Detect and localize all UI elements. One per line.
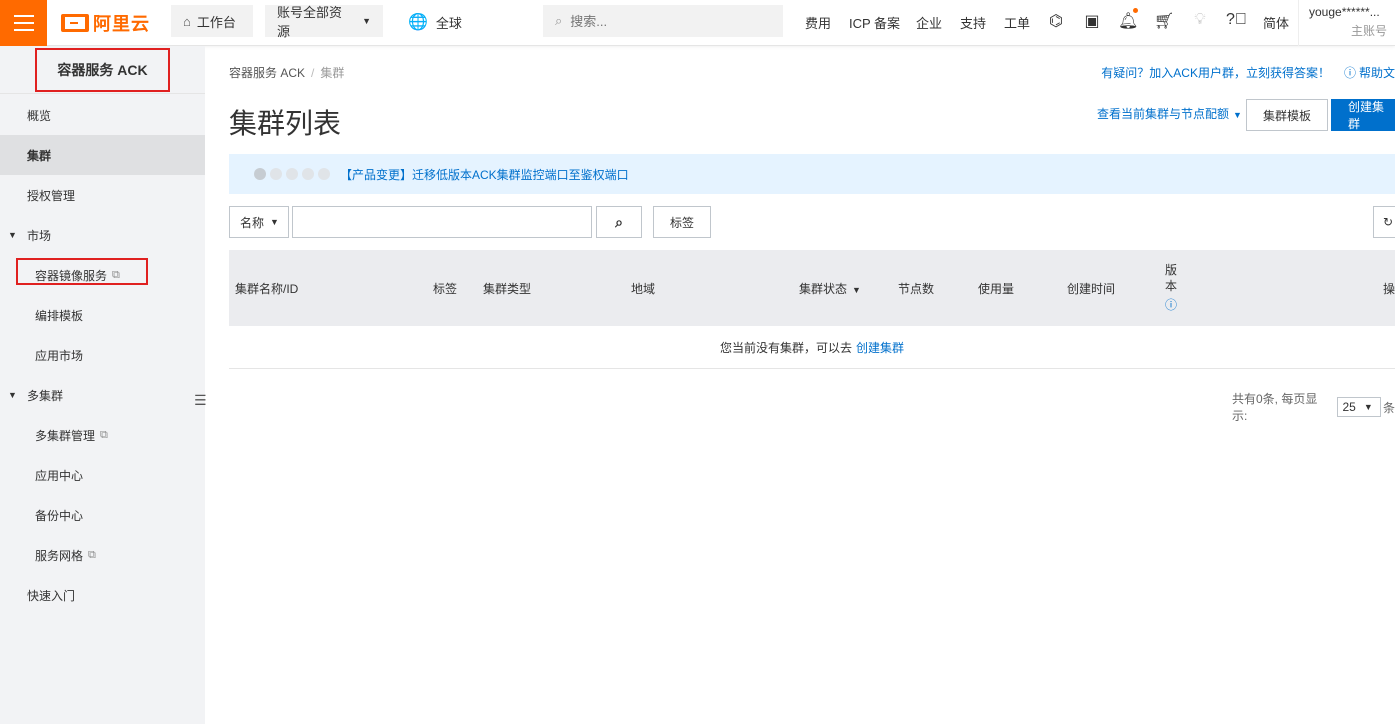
sidebar-group-multi-cluster[interactable]: ▼ 多集群: [0, 375, 205, 415]
tag-filter-button[interactable]: 标签: [653, 206, 711, 238]
nav-fees[interactable]: 费用: [805, 13, 831, 32]
pager-suffix: 条: [1382, 400, 1395, 415]
sidebar-item-templates[interactable]: 编排模板: [0, 295, 205, 335]
join-user-group-link[interactable]: 有疑问？加入ACK用户群，立刻获得答案！: [1101, 66, 1330, 80]
resource-dropdown[interactable]: 账号全部资源 ▼: [265, 5, 383, 39]
user-role: 主账号: [1350, 24, 1387, 38]
quota-dropdown-link[interactable]: 查看当前集群与节点配额 ▼: [1097, 105, 1242, 122]
search-box[interactable]: ⌕: [543, 5, 783, 37]
help-icon[interactable]: ?⃝: [1226, 11, 1247, 29]
filter-field-select[interactable]: 名称 ▼: [229, 206, 289, 238]
column-created-time: 创建时间: [1067, 282, 1116, 296]
sidebar-item-clusters[interactable]: 集群: [0, 135, 205, 175]
sidebar-item-backup-center[interactable]: 备份中心: [0, 495, 205, 535]
caret-down-icon: ▼: [852, 285, 861, 295]
column-cluster-type: 集群类型: [483, 282, 532, 296]
bell-icon[interactable]: 🔔︎: [1118, 11, 1138, 31]
collapse-sidebar-icon[interactable]: ☰: [194, 392, 207, 409]
caret-down-icon: ▼: [8, 390, 17, 400]
page-size-select[interactable]: 25 ▼: [1337, 397, 1381, 417]
pager-total-text: 共有0条, 每页显示:: [1232, 392, 1318, 423]
chevron-down-icon: ▼: [362, 16, 371, 26]
pagination: 共有0条, 每页显示: 25 ▼ 条: [1232, 390, 1395, 424]
aliyun-logo-icon: [61, 14, 89, 32]
filter-search-button[interactable]: ⌕: [596, 206, 642, 238]
hamburger-menu-button[interactable]: [0, 0, 47, 46]
column-node-count: 节点数: [898, 282, 935, 296]
caret-down-icon: ▼: [8, 230, 17, 240]
code-icon[interactable]: ⌬: [1046, 11, 1066, 31]
filter-input[interactable]: [292, 206, 592, 238]
sidebar-item-multi-cluster-management[interactable]: 多集群管理 ⧉: [0, 415, 205, 455]
sidebar-item-overview[interactable]: 概览: [0, 95, 205, 135]
nav-ticket[interactable]: 工单: [1004, 13, 1030, 32]
user-name: youge******...: [1309, 5, 1380, 19]
caret-down-icon: ▼: [1233, 110, 1242, 120]
column-cluster-name: 集群名称/ID: [235, 282, 299, 296]
sidebar-item-authorization[interactable]: 授权管理: [0, 175, 205, 215]
notice-banner: 【产品变更】迁移低版本ACK集群监控端口至鉴权端口: [229, 154, 1395, 194]
workbench-button[interactable]: ⌂ 工作台: [171, 5, 253, 37]
home-icon: ⌂: [183, 13, 191, 29]
column-usage: 使用量: [978, 282, 1015, 296]
lightbulb-icon[interactable]: 💡︎: [1190, 11, 1210, 29]
carousel-dots[interactable]: [254, 168, 330, 180]
search-input[interactable]: [570, 13, 761, 29]
question-circle-icon: ⓘ: [1343, 66, 1356, 80]
aliyun-logo[interactable]: 阿里云: [61, 11, 150, 35]
help-links: 有疑问？加入ACK用户群，立刻获得答案！ ⓘ 帮助文: [1101, 64, 1395, 81]
product-name: 容器服务 ACK: [35, 47, 170, 92]
column-actions: 操: [1383, 282, 1395, 296]
column-region: 地域: [631, 282, 656, 296]
table-header: 集群名称/ID 标签 集群类型 地域 集群状态 ▼ 节点数 使用量 创建时间 版本…: [229, 250, 1395, 326]
nav-icp[interactable]: ICP 备案: [849, 13, 900, 32]
main-content: 容器服务 ACK / 集群 有疑问？加入ACK用户群，立刻获得答案！ ⓘ 帮助文 集群列…: [229, 46, 1395, 724]
column-version: 版本: [1165, 263, 1178, 293]
sidebar-item-quick-start[interactable]: 快速入门: [0, 575, 205, 615]
external-link-icon: ⧉: [112, 268, 120, 281]
breadcrumb: 容器服务 ACK / 集群: [229, 66, 345, 80]
external-link-icon: ⧉: [100, 428, 108, 441]
language-switch[interactable]: 简体: [1263, 13, 1289, 32]
sidebar-item-container-registry[interactable]: 容器镜像服务 ⧉: [0, 255, 205, 295]
chevron-down-icon: ▼: [270, 217, 279, 227]
sidebar-item-service-mesh[interactable]: 服务网格 ⧉: [0, 535, 205, 575]
top-bar: 阿里云 ⌂工作台 账号全部资源▼ 🌐全球 ⌕ 费用 ICP 备案 企业 支持 工…: [0, 0, 1395, 46]
terminal-icon[interactable]: ▣: [1082, 11, 1102, 31]
notice-link[interactable]: 【产品变更】迁移低版本ACK集群监控端口至鉴权端口: [340, 166, 629, 183]
empty-state: 您当前没有集群，可以去 创建集群: [229, 326, 1395, 369]
breadcrumb-clusters: 集群: [320, 66, 345, 80]
search-icon: ⌕: [555, 13, 563, 28]
notification-dot: [1133, 8, 1138, 13]
logo-text: 阿里云: [93, 14, 150, 34]
sidebar-item-app-market[interactable]: 应用市场: [0, 335, 205, 375]
page-title: 集群列表: [229, 108, 342, 139]
empty-text: 您当前没有集群，可以去: [719, 340, 852, 355]
column-tags: 标签: [433, 282, 458, 296]
sidebar-group-market[interactable]: ▼ 市场: [0, 215, 205, 255]
chevron-down-icon: ▼: [1363, 402, 1373, 412]
sidebar-title: 容器服务 ACK: [0, 46, 205, 94]
version-help-icon[interactable]: ⓘ: [1165, 296, 1177, 313]
region-selector[interactable]: 🌐 全球: [408, 12, 462, 32]
refresh-button[interactable]: ↻: [1373, 206, 1395, 238]
nav-support[interactable]: 支持: [960, 13, 986, 32]
sidebar: 容器服务 ACK 概览 集群 授权管理 ▼ 市场 容器镜像服务 ⧉ 编排模板 应用市…: [0, 46, 207, 724]
create-cluster-button[interactable]: 创建集群: [1331, 99, 1395, 131]
cluster-template-button[interactable]: 集群模板: [1246, 99, 1328, 131]
filter-bar: 名称 ▼: [229, 206, 592, 238]
create-cluster-link[interactable]: 创建集群: [856, 339, 904, 356]
globe-icon: 🌐: [408, 14, 428, 31]
refresh-icon: ↻: [1382, 215, 1394, 229]
help-doc-link[interactable]: 帮助文: [1359, 66, 1395, 80]
nav-enterprise[interactable]: 企业: [916, 13, 942, 32]
column-cluster-status[interactable]: 集群状态 ▼: [799, 280, 861, 297]
cart-icon[interactable]: 🛒︎: [1154, 11, 1174, 31]
sidebar-item-app-center[interactable]: 应用中心: [0, 455, 205, 495]
breadcrumb-ack[interactable]: 容器服务 ACK: [229, 66, 305, 80]
user-menu[interactable]: youge******... 主账号: [1298, 0, 1395, 46]
external-link-icon: ⧉: [88, 548, 96, 561]
search-icon: ⌕: [615, 213, 623, 230]
